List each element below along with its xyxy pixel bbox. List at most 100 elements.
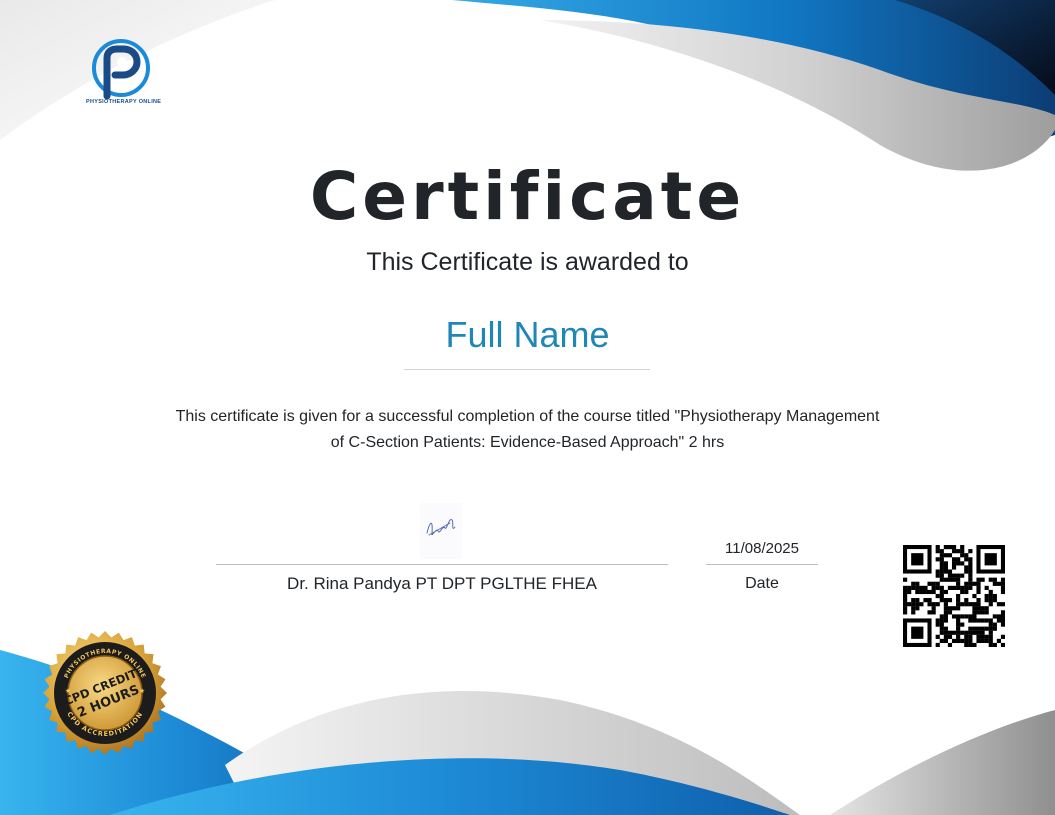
qr-module — [911, 581, 916, 586]
qr-module — [935, 618, 940, 623]
certificate-title: Certificate — [309, 158, 746, 235]
qr-module — [956, 622, 961, 627]
svg-text:★: ★ — [65, 687, 71, 695]
qr-module — [964, 581, 969, 586]
qr-module — [903, 610, 908, 615]
qr-module — [980, 626, 985, 631]
qr-module — [943, 606, 948, 611]
qr-module — [951, 630, 957, 635]
qr-module — [907, 589, 912, 595]
qr-module — [956, 581, 961, 586]
qr-module — [947, 606, 953, 611]
qr-module — [968, 549, 973, 554]
qr-module — [964, 614, 969, 619]
qr-module — [984, 606, 989, 611]
qr-module — [939, 589, 944, 595]
qr-module — [947, 642, 953, 647]
qr-module — [943, 545, 948, 550]
certificate-description: This certificate is given for a successf… — [150, 404, 905, 456]
qr-module — [915, 606, 920, 611]
qr-module — [968, 581, 973, 586]
qr-module — [935, 642, 940, 647]
qr-module — [964, 589, 969, 595]
qr-module — [992, 626, 997, 631]
qr-module — [1000, 618, 1005, 623]
qr-module — [976, 589, 981, 595]
qr-module — [939, 577, 944, 582]
qr-module — [907, 602, 912, 607]
qr-module — [951, 557, 957, 562]
qr-module — [931, 606, 936, 611]
qr-module — [956, 598, 961, 603]
qr-module — [964, 634, 969, 639]
qr-module — [984, 638, 989, 644]
description-line-1: This certificate is given for a successf… — [175, 408, 880, 425]
qr-module — [988, 602, 993, 607]
qr-module — [992, 642, 997, 647]
qr-module — [988, 622, 993, 627]
description-line-2: of C-Section Patients: Evidence-Based Ap… — [330, 434, 725, 451]
qr-module — [947, 598, 953, 603]
qr-module — [984, 618, 989, 623]
cpd-badge-icon: PHYSIOTHERAPY ONLINE CPD ACCREDITATION C… — [43, 631, 167, 755]
qr-module — [1000, 610, 1005, 615]
qr-module — [976, 581, 981, 586]
qr-module — [939, 549, 944, 554]
qr-module — [968, 614, 973, 619]
qr-module — [964, 602, 969, 607]
qr-module — [972, 630, 977, 635]
recipient-name: Full Name — [445, 314, 610, 355]
qr-module — [988, 626, 993, 631]
qr-module — [988, 593, 993, 599]
qr-module — [931, 585, 936, 590]
qr-module — [964, 553, 969, 558]
qr-module — [943, 561, 948, 566]
qr-module — [992, 593, 997, 599]
qr-module — [980, 610, 985, 615]
qr-module — [968, 634, 973, 639]
qr-module — [947, 634, 953, 639]
bottom-right-gray-wave — [830, 710, 1055, 815]
qr-module — [984, 598, 989, 603]
qr-module — [976, 577, 981, 582]
qr-module — [968, 630, 973, 635]
qr-module — [915, 602, 920, 607]
qr-module — [951, 545, 957, 550]
qr-module — [951, 549, 957, 554]
qr-module — [996, 602, 1002, 607]
qr-module — [964, 569, 969, 574]
qr-module — [939, 630, 944, 635]
qr-module — [947, 569, 953, 574]
qr-module — [964, 630, 969, 635]
qr-module — [943, 614, 948, 619]
qr-module — [960, 622, 965, 627]
qr-module — [935, 585, 940, 590]
qr-module — [935, 602, 940, 607]
qr-module — [968, 602, 973, 607]
qr-module — [939, 557, 944, 562]
qr-module — [996, 581, 1002, 586]
qr-module — [980, 638, 985, 644]
qr-module — [935, 622, 940, 627]
qr-module — [968, 585, 973, 590]
signer-name: Dr. Rina Pandya PT DPT PGLTHE FHEA — [287, 574, 597, 593]
qr-module — [956, 614, 961, 619]
qr-module — [903, 606, 908, 611]
qr-module — [903, 577, 908, 582]
qr-module — [996, 618, 1002, 623]
date-label: Date — [745, 575, 779, 592]
qr-module — [927, 581, 932, 586]
date-value: 11/08/2025 — [725, 540, 799, 557]
qr-module — [976, 634, 981, 639]
qr-module — [968, 565, 973, 570]
qr-module — [980, 606, 985, 611]
qr-module — [968, 638, 973, 644]
signature-icon — [420, 503, 462, 559]
qr-module — [972, 618, 977, 623]
qr-module — [960, 549, 965, 554]
qr-module — [951, 565, 957, 570]
qr-module — [960, 553, 965, 558]
qr-module — [984, 634, 989, 639]
qr-module — [988, 630, 993, 635]
qr-module — [935, 545, 940, 550]
